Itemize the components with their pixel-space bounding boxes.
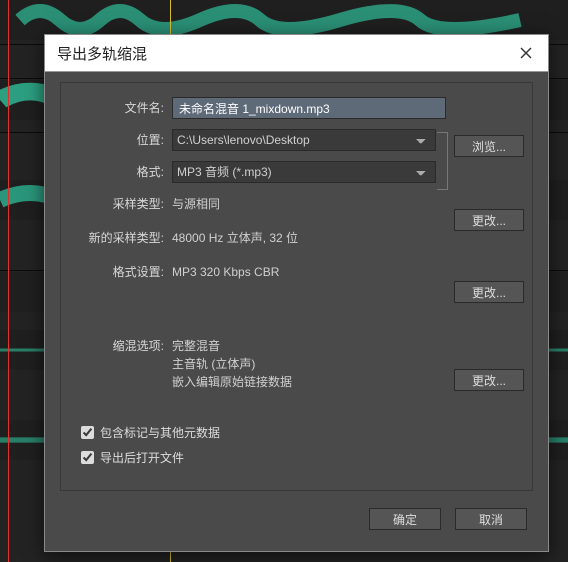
filename-input[interactable] [172,97,446,119]
export-mixdown-dialog: 导出多轨缩混 文件名: 位置: C:\Users\le [44,34,549,552]
label-location: 位置: [69,129,172,151]
format-dropdown[interactable]: MP3 音频 (*.mp3) [172,161,436,183]
include-metadata-checkbox[interactable]: 包含标记与其他元数据 [77,423,220,442]
change-sample-button[interactable]: 更改... [454,209,524,231]
label-format: 格式: [69,161,172,183]
browse-button[interactable]: 浏览... [454,135,524,157]
location-dropdown[interactable]: C:\Users\lenovo\Desktop [172,129,436,151]
label-format-settings: 格式设置: [69,261,172,283]
open-after-input[interactable] [81,451,94,464]
playhead-line [8,0,9,562]
label-mixdown-options: 缩混选项: [69,335,172,357]
label-filename: 文件名: [69,97,172,119]
include-metadata-label: 包含标记与其他元数据 [100,424,220,441]
ok-button[interactable]: 确定 [369,508,441,530]
close-icon[interactable] [516,43,536,63]
mixdown-options-value: 完整混音 主音轨 (立体声) 嵌入编辑原始链接数据 [172,335,292,395]
dialog-titlebar: 导出多轨缩混 [45,35,548,72]
new-sample-type-value: 48000 Hz 立体声, 32 位 [172,227,298,251]
change-mixdown-button[interactable]: 更改... [454,369,524,391]
label-sample-type: 采样类型: [69,193,172,215]
label-new-sample-type: 新的采样类型: [69,227,172,249]
change-format-button[interactable]: 更改... [454,281,524,303]
include-metadata-input[interactable] [81,426,94,439]
cancel-button[interactable]: 取消 [455,508,527,530]
open-after-checkbox[interactable]: 导出后打开文件 [77,448,220,467]
dialog-title: 导出多轨缩混 [57,43,147,64]
dialog-footer: 确定 取消 [60,499,533,539]
open-after-label: 导出后打开文件 [100,449,184,466]
format-settings-value: MP3 320 Kbps CBR [172,261,279,325]
sample-type-value: 与源相同 [172,193,220,217]
